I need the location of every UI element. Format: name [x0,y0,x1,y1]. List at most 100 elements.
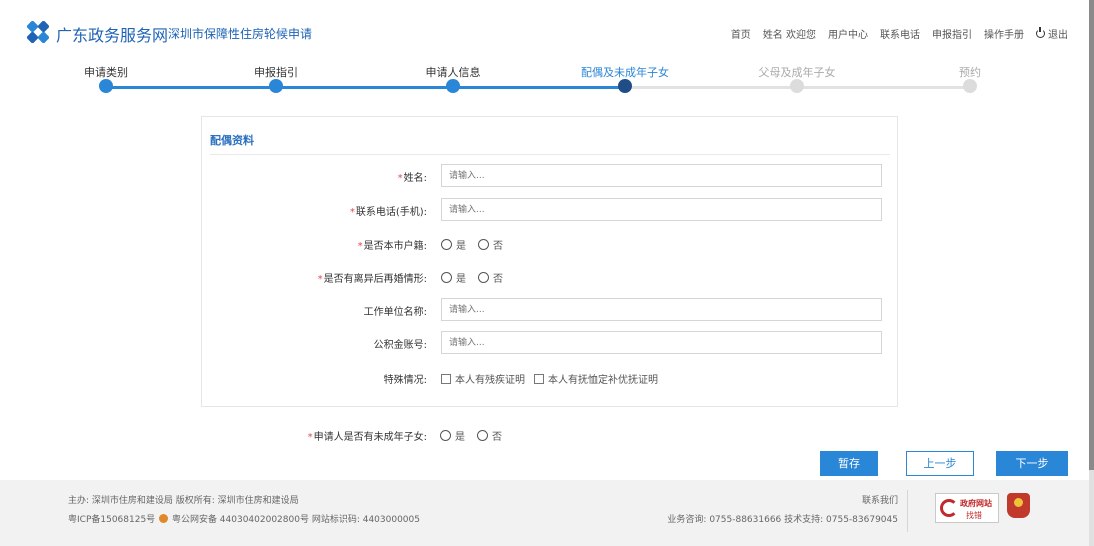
disability-checkbox[interactable]: 本人有残疾证明 [441,371,525,386]
fund-account-row: 公积金账号: [202,331,899,355]
step-dot [269,79,283,93]
name-input[interactable] [441,164,882,187]
save-draft-button[interactable]: 暂存 [820,451,878,476]
previous-step-button[interactable]: 上一步 [906,451,974,476]
step-label: 申报指引 [254,66,298,79]
footer-sponsor: 主办: 深圳市住房和建设局 版权所有: 深圳市住房和建设局 [68,496,299,506]
required-mark: * [317,274,323,285]
name-label-text: 姓名: [403,173,427,184]
name-row: *姓名: [202,164,899,188]
minor-children-row: *申请人是否有未成年子女: 是 否 [0,426,1094,446]
badge-title: 政府网站 [960,499,992,508]
phone-label: *联系电话(手机): [350,203,427,218]
radio-label: 否 [492,432,502,443]
scrollbar-thumb[interactable] [1089,0,1094,470]
site-footer: 主办: 深圳市住房和建设局 版权所有: 深圳市住房和建设局 粤ICP备15068… [0,480,1094,546]
radio-label: 是 [456,274,466,285]
contact-us-link[interactable]: 联系我们 [667,492,898,511]
section-divider [210,154,890,155]
site-subtitle: 深圳市保障性住房轮候申请 [168,27,313,41]
badge-subtitle: 找错 [966,511,982,520]
support-phones: 业务咨询: 0755-88631666 技术支持: 0755-83679045 [667,515,898,525]
radio-circle-icon [441,272,452,283]
nav-guide[interactable]: 申报指引 [932,26,972,41]
nav-user-center[interactable]: 用户中心 [828,26,868,41]
local-hukou-radio-group: 是 否 [441,237,503,252]
local-hukou-label: *是否本市户籍: [358,237,427,252]
minor-children-radio-group: 是 否 [440,428,502,443]
minor-children-yes-radio[interactable]: 是 [440,428,465,443]
radio-circle-icon [440,430,451,441]
magnifier-icon [940,499,958,517]
remarried-label-text: 是否有离异后再婚情形: [323,274,427,285]
radio-circle-icon [478,272,489,283]
remarried-label: *是否有离异后再婚情形: [318,270,427,285]
site-logo-icon[interactable] [27,21,49,43]
local-hukou-yes-radio[interactable]: 是 [441,237,466,252]
local-hukou-row: *是否本市户籍: 是 否 [202,232,899,256]
nav-manual[interactable]: 操作手册 [984,26,1024,41]
stepper-line-completed [105,86,625,89]
employer-row: 工作单位名称: [202,298,899,322]
step-label: 预约 [959,66,981,79]
power-icon [1036,27,1045,38]
step-label: 配偶及未成年子女 [581,66,669,79]
step-appointment: 预约 [900,64,1040,93]
progress-stepper: 申请类别 申报指引 申请人信息 配偶及未成年子女 父母及成年子女 预约 [0,64,1094,104]
radio-label: 是 [456,241,466,252]
gov-site-error-report-badge[interactable]: 政府网站 找错 [935,493,999,523]
public-security-link[interactable]: 粤公网安备 44030402002800号 网站标识码: 4403000005 [172,515,420,525]
step-applicant-info: 申请人信息 [383,64,523,93]
radio-circle-icon [478,239,489,250]
logout-label: 退出 [1048,30,1068,41]
local-hukou-label-text: 是否本市户籍: [363,241,427,252]
special-label: 特殊情况: [383,375,427,386]
required-mark: * [357,241,363,252]
footer-divider [907,490,908,532]
step-guide: 申报指引 [206,64,346,93]
site-header: 广东政务服务网 深圳市保障性住房轮候申请 首页 姓名 欢迎您 用户中心 联系电话… [0,0,1094,64]
minor-children-no-radio[interactable]: 否 [477,428,502,443]
step-dot [99,79,113,93]
checkbox-icon [441,373,451,384]
radio-label: 否 [493,241,503,252]
nav-contact-phone[interactable]: 联系电话 [880,26,920,41]
phone-input[interactable] [441,198,882,221]
step-parents-adult-children: 父母及成年子女 [727,64,867,93]
required-mark: * [307,432,313,443]
fund-account-input[interactable] [441,331,882,354]
icp-link[interactable]: 粤ICP备15068125号 [68,515,155,525]
footer-registration: 粤ICP备15068125号 粤公网安备 44030402002800号 网站标… [68,511,420,530]
required-mark: * [349,207,355,218]
footer-contact: 联系我们 业务咨询: 0755-88631666 技术支持: 0755-8367… [667,492,898,530]
radio-label: 否 [493,274,503,285]
step-label: 申请人信息 [425,66,481,79]
employer-input[interactable] [441,298,882,321]
party-gov-emblem-icon[interactable] [1007,493,1030,518]
site-name[interactable]: 广东政务服务网 [56,22,168,46]
step-dot [446,79,460,93]
checkbox-icon [534,373,544,384]
remarried-no-radio[interactable]: 否 [478,270,503,285]
nav-home[interactable]: 首页 [731,26,751,41]
remarried-yes-radio[interactable]: 是 [441,270,466,285]
nav-user-greeting: 姓名 欢迎您 [762,30,816,41]
required-mark: * [397,173,403,184]
local-hukou-no-radio[interactable]: 否 [478,237,503,252]
fund-account-label: 公积金账号: [373,340,427,351]
step-spouse-minors: 配偶及未成年子女 [555,64,695,93]
phone-label-text: 联系电话(手机): [355,207,427,218]
name-label: *姓名: [398,169,427,184]
minor-children-label: *申请人是否有未成年子女: [308,428,427,443]
special-row: 特殊情况: 本人有残疾证明 本人有抚恤定补优抚证明 [202,366,899,390]
step-label: 申请类别 [84,66,128,79]
logout-button[interactable]: 退出 [1036,26,1068,41]
top-nav: 首页 姓名 欢迎您 用户中心 联系电话 申报指引 操作手册 退出 [719,26,1068,41]
step-dot [963,79,977,93]
next-step-button[interactable]: 下一步 [996,451,1068,476]
pension-checkbox[interactable]: 本人有抚恤定补优抚证明 [534,371,658,386]
step-dot [790,79,804,93]
checkbox-label: 本人有残疾证明 [455,375,525,386]
minor-children-label-text: 申请人是否有未成年子女: [313,432,427,443]
radio-circle-icon [441,239,452,250]
